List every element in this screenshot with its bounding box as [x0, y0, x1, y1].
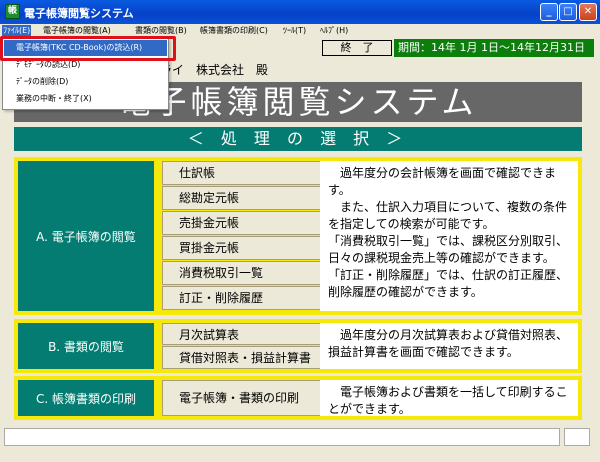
menu-help[interactable]: ﾍﾙﾌﾟ(H)	[320, 25, 348, 36]
menu-item-exit[interactable]: 業務の中断・終了(X)	[4, 91, 167, 107]
group-c: C. 帳簿書類の印刷 電子帳簿・書類の印刷 電子帳簿および書類を一括して印刷する…	[14, 376, 582, 420]
menu-print[interactable]: 帳簿書類の印刷(C)	[200, 25, 268, 36]
window-title: 電子帳簿閲覧システム	[24, 7, 134, 20]
menu-file[interactable]: ﾌｧｲﾙ(E)	[2, 25, 32, 36]
group-c-label: C. 帳簿書類の印刷	[18, 380, 154, 416]
app-icon: 帳	[5, 4, 20, 19]
consumption-tax-button[interactable]: 消費税取引一覧	[162, 261, 326, 285]
accounts-receivable-button[interactable]: 売掛金元帳	[162, 211, 326, 235]
close-button[interactable]: ✕	[579, 3, 597, 21]
menu-document-view[interactable]: 書類の閲覧(B)	[135, 25, 187, 36]
group-b-label: B. 書類の閲覧	[18, 323, 154, 369]
group-a-description: 過年度分の会計帳簿を画面で確認できます。 また、仕訳入力項目について、複数の条件…	[320, 161, 578, 311]
menu-tools[interactable]: ﾂｰﾙ(T)	[283, 25, 306, 36]
maximize-button[interactable]: □	[559, 3, 577, 21]
title-bar: 帳 電子帳簿閲覧システム _ □ ✕	[0, 0, 600, 24]
highlight-box	[0, 36, 176, 61]
status-indicator	[564, 428, 590, 446]
monthly-trial-balance-button[interactable]: 月次試算表	[162, 323, 326, 345]
menu-ebook-view[interactable]: 電子帳簿の閲覧(A)	[43, 25, 111, 36]
group-b-description: 過年度分の月次試算表および貸借対照表、損益計算書を画面で確認できます。	[320, 323, 578, 369]
accounts-payable-button[interactable]: 買掛金元帳	[162, 236, 326, 260]
company-name: ライ 株式会社 殿	[160, 63, 269, 77]
menu-item-delete-data[interactable]: ﾃﾞｰﾀの削除(D)	[4, 74, 167, 90]
group-b: B. 書類の閲覧 月次試算表 貸借対照表・損益計算書 過年度分の月次試算表および…	[14, 319, 582, 373]
section-title: ＜ 処 理 の 選 択 ＞	[14, 127, 582, 151]
journal-button[interactable]: 仕訳帳	[162, 161, 326, 185]
group-a: A. 電子帳簿の閲覧 仕訳帳 総勘定元帳 売掛金元帳 買掛金元帳 消費税取引一覧…	[14, 157, 582, 315]
general-ledger-button[interactable]: 総勘定元帳	[162, 186, 326, 210]
status-text	[4, 428, 560, 446]
minimize-button[interactable]: _	[540, 3, 558, 21]
end-button[interactable]: 終 了	[322, 40, 392, 56]
period-display: 期間：14年 1月 1日〜14年12月31日	[394, 39, 594, 57]
correction-history-button[interactable]: 訂正・削除履歴	[162, 286, 326, 310]
group-c-description: 電子帳簿および書類を一括して印刷することができます。	[320, 380, 578, 416]
print-button[interactable]: 電子帳簿・書類の印刷	[162, 380, 326, 416]
group-a-label: A. 電子帳簿の閲覧	[18, 161, 154, 311]
balance-sheet-button[interactable]: 貸借対照表・損益計算書	[162, 346, 326, 369]
status-bar	[0, 426, 600, 448]
